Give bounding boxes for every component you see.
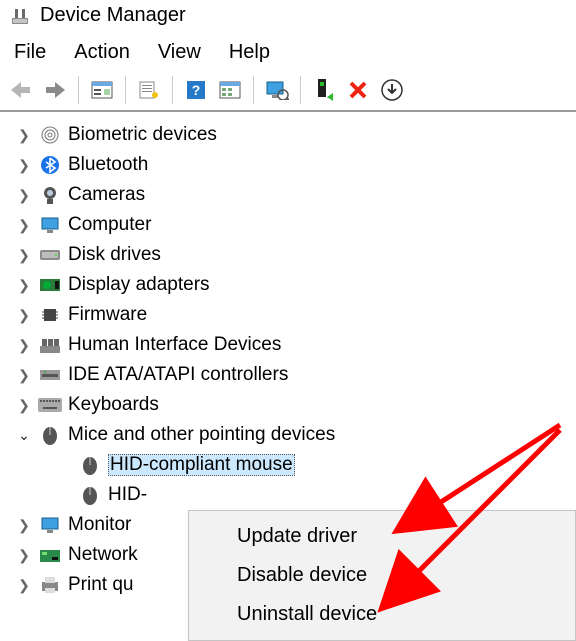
toolbar: ? (0, 72, 576, 112)
toolbar-separator (253, 76, 254, 104)
app-icon (10, 6, 30, 26)
tree-node-hid-mouse-2[interactable]: HID- (78, 480, 576, 510)
menu-help[interactable]: Help (229, 41, 270, 64)
node-label: Disk drives (68, 244, 161, 266)
expand-icon[interactable]: ❯ (10, 127, 38, 144)
show-hide-console-button[interactable] (87, 76, 117, 104)
menu-bar: File Action View Help (0, 35, 576, 72)
menu-action[interactable]: Action (74, 41, 130, 64)
tree-node-disk[interactable]: ❯ Disk drives (0, 240, 576, 270)
toolbar-separator (78, 76, 79, 104)
node-label: Bluetooth (68, 154, 148, 176)
keyboard-icon (38, 393, 62, 417)
expand-icon[interactable]: ❯ (10, 367, 38, 384)
hid-icon (38, 333, 62, 357)
toolbar-separator (300, 76, 301, 104)
expand-icon[interactable]: ❯ (10, 247, 38, 264)
disable-device-button[interactable] (343, 76, 373, 104)
expand-icon[interactable]: ❯ (10, 277, 38, 294)
network-icon (38, 543, 62, 567)
update-driver-button[interactable] (262, 76, 292, 104)
ctx-update-driver[interactable]: Update driver (189, 517, 575, 556)
tree-node-biometric[interactable]: ❯ Biometric devices (0, 120, 576, 150)
node-label: Display adapters (68, 274, 210, 296)
window-title: Device Manager (40, 4, 186, 27)
expand-icon[interactable]: ❯ (10, 187, 38, 204)
node-label: Monitor (68, 514, 131, 536)
menu-view[interactable]: View (158, 41, 201, 64)
node-label: Network (68, 544, 138, 566)
node-label: Human Interface Devices (68, 334, 281, 356)
svg-text:?: ? (192, 82, 201, 98)
collapse-icon[interactable]: ⌄ (10, 427, 38, 444)
back-button[interactable] (6, 76, 36, 104)
context-menu: Update driver Disable device Uninstall d… (188, 510, 576, 641)
tree-node-display[interactable]: ❯ Display adapters (0, 270, 576, 300)
title-bar: Device Manager (0, 0, 576, 35)
node-label: Mice and other pointing devices (68, 424, 335, 446)
node-label-selected: HID-compliant mouse (108, 454, 295, 476)
properties-button[interactable] (134, 76, 164, 104)
tree-node-mice[interactable]: ⌄ Mice and other pointing devices (0, 420, 576, 450)
help-button[interactable]: ? (181, 76, 211, 104)
expand-icon[interactable]: ❯ (10, 547, 38, 564)
tree-node-keyboards[interactable]: ❯ Keyboards (0, 390, 576, 420)
node-label: Cameras (68, 184, 145, 206)
scan-hardware-button[interactable] (215, 76, 245, 104)
tree-node-bluetooth[interactable]: ❯ Bluetooth (0, 150, 576, 180)
tree-node-ide[interactable]: ❯ IDE ATA/ATAPI controllers (0, 360, 576, 390)
tree-node-firmware[interactable]: ❯ Firmware (0, 300, 576, 330)
mouse-icon (78, 453, 102, 477)
uninstall-device-button[interactable] (377, 76, 407, 104)
expand-icon[interactable]: ❯ (10, 577, 38, 594)
toolbar-separator (172, 76, 173, 104)
node-label: HID- (108, 484, 147, 506)
node-label: Print qu (68, 574, 133, 596)
node-label: Computer (68, 214, 151, 236)
node-label: Firmware (68, 304, 147, 326)
forward-button[interactable] (40, 76, 70, 104)
tree-node-cameras[interactable]: ❯ Cameras (0, 180, 576, 210)
monitor-icon (38, 213, 62, 237)
expand-icon[interactable]: ❯ (10, 157, 38, 174)
enable-device-button[interactable] (309, 76, 339, 104)
chip-icon (38, 303, 62, 327)
node-label: IDE ATA/ATAPI controllers (68, 364, 288, 386)
monitor-icon (38, 513, 62, 537)
toolbar-separator (125, 76, 126, 104)
fingerprint-icon (38, 123, 62, 147)
printer-icon (38, 573, 62, 597)
tree-node-computer[interactable]: ❯ Computer (0, 210, 576, 240)
mouse-icon (38, 423, 62, 447)
ctx-uninstall-device[interactable]: Uninstall device (189, 595, 575, 634)
disk-icon (38, 243, 62, 267)
bluetooth-icon (38, 153, 62, 177)
ctx-disable-device[interactable]: Disable device (189, 556, 575, 595)
expand-icon[interactable]: ❯ (10, 397, 38, 414)
expand-icon[interactable]: ❯ (10, 217, 38, 234)
tree-node-hid-mouse-1[interactable]: HID-compliant mouse (78, 450, 576, 480)
camera-icon (38, 183, 62, 207)
mouse-icon (78, 483, 102, 507)
node-label: Keyboards (68, 394, 159, 416)
ide-icon (38, 363, 62, 387)
gpu-icon (38, 273, 62, 297)
menu-file[interactable]: File (14, 41, 46, 64)
expand-icon[interactable]: ❯ (10, 337, 38, 354)
tree-node-hid[interactable]: ❯ Human Interface Devices (0, 330, 576, 360)
expand-icon[interactable]: ❯ (10, 307, 38, 324)
expand-icon[interactable]: ❯ (10, 517, 38, 534)
node-label: Biometric devices (68, 124, 217, 146)
